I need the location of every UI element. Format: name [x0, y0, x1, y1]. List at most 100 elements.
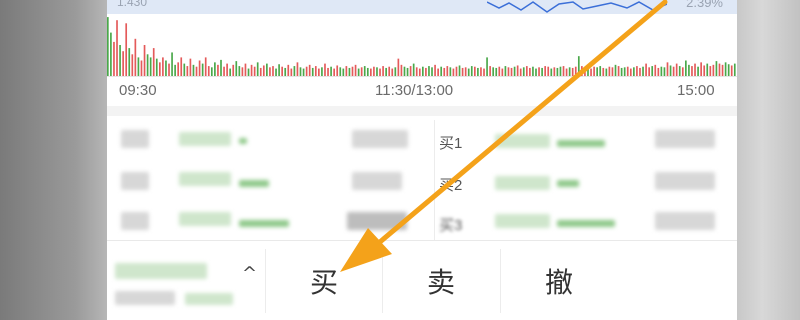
- volume-bar: [278, 64, 280, 76]
- volume-bar: [685, 60, 687, 76]
- volume-bar: [733, 63, 736, 76]
- volume-bar: [220, 59, 222, 76]
- volume-bar: [357, 68, 360, 76]
- volume-bar: [697, 66, 699, 76]
- volume-bar: [232, 64, 235, 76]
- volume-bar: [434, 64, 436, 76]
- volume-bar: [226, 63, 228, 76]
- volume-bar: [201, 63, 204, 76]
- volume-bar: [562, 66, 565, 76]
- volume-bar: [458, 65, 461, 76]
- volume-bar: [119, 45, 121, 76]
- volume-bar: [437, 68, 439, 76]
- volume-bar: [571, 67, 574, 76]
- volume-bar: [217, 64, 219, 76]
- volume-bar: [550, 68, 553, 76]
- volume-bar: [428, 66, 430, 76]
- time-label-midday: 11:30/13:00: [375, 82, 454, 99]
- volume-bar: [473, 66, 476, 76]
- volume-bar: [409, 66, 412, 76]
- volume-bar: [287, 64, 290, 76]
- volume-bar: [559, 66, 562, 76]
- volume-bar: [149, 57, 152, 76]
- volume-bar: [587, 67, 589, 76]
- volume-bar: [388, 66, 391, 76]
- volume-bar: [354, 64, 357, 76]
- volume-bar: [391, 68, 394, 76]
- volume-bar: [516, 65, 519, 76]
- volume-bar: [403, 66, 406, 76]
- volume-bar: [522, 67, 525, 76]
- volume-bar: [370, 68, 372, 76]
- trade-action-bar: ^ 买 卖 撤: [107, 240, 737, 320]
- background-left: [0, 0, 107, 320]
- volume-bar: [535, 68, 537, 76]
- volume-bar: [275, 68, 277, 76]
- volume-bar: [379, 68, 381, 76]
- volume-bar: [532, 66, 534, 76]
- background-right: [737, 0, 800, 320]
- volume-bar: [186, 66, 189, 76]
- volume-bar: [376, 67, 378, 76]
- volume-bar: [519, 68, 522, 76]
- volume-bar: [348, 67, 351, 76]
- volume-bar: [302, 68, 305, 76]
- volume-bar: [146, 54, 149, 76]
- volume-bar: [177, 62, 180, 76]
- volume-bar: [724, 62, 727, 76]
- volume-bar: [611, 67, 614, 76]
- order-book-divider: [434, 120, 435, 240]
- volume-bar: [293, 66, 296, 76]
- volume-bar: [581, 66, 583, 76]
- volume-bar: [431, 67, 433, 76]
- volume-bar: [489, 66, 491, 76]
- volume-bar: [189, 58, 192, 76]
- volume-bar: [412, 63, 415, 76]
- volume-bar: [110, 32, 112, 76]
- volume-bar: [171, 52, 173, 76]
- volume-bar: [351, 66, 354, 76]
- volume-bar: [266, 63, 268, 76]
- volume-bar: [314, 66, 317, 76]
- volume-bar: [642, 66, 644, 76]
- volume-bar: [669, 65, 672, 76]
- volume-bar: [137, 57, 140, 76]
- volume-bars: [107, 17, 736, 76]
- volume-bar: [654, 64, 657, 76]
- volume-bar: [449, 67, 452, 76]
- volume-bar: [730, 65, 733, 76]
- volume-bar: [553, 67, 556, 76]
- volume-bar: [593, 66, 595, 76]
- volume-bar: [192, 64, 195, 76]
- volume-bar: [385, 67, 387, 76]
- volume-bar: [694, 63, 696, 76]
- volume-bar: [162, 57, 164, 76]
- volume-bar: [247, 68, 250, 76]
- volume-bar: [238, 66, 241, 76]
- chevron-up-icon[interactable]: ^: [242, 263, 257, 284]
- volume-bar: [452, 68, 455, 76]
- volume-bar: [272, 66, 274, 76]
- volume-bar: [125, 23, 128, 76]
- volume-bar: [507, 67, 510, 76]
- price-line: [487, 1, 667, 13]
- volume-bar: [330, 66, 332, 76]
- volume-bar: [311, 67, 314, 76]
- volume-bar: [675, 63, 678, 76]
- volume-bar: [525, 66, 528, 76]
- volume-bar: [577, 56, 580, 76]
- volume-bar: [648, 67, 650, 76]
- volume-bar: [241, 67, 244, 76]
- volume-bar: [504, 66, 507, 76]
- volume-bar: [168, 63, 170, 76]
- volume-bar: [400, 64, 403, 76]
- volume-bar: [259, 67, 262, 76]
- time-label-close: 15:00: [677, 82, 715, 99]
- volume-bar: [158, 62, 161, 76]
- buy-button[interactable]: 买: [266, 241, 382, 320]
- volume-bar: [626, 66, 629, 76]
- volume-bar: [425, 67, 427, 76]
- volume-bar: [608, 66, 611, 76]
- cancel-order-button[interactable]: 撤: [501, 241, 617, 320]
- sell-button[interactable]: 卖: [383, 241, 499, 320]
